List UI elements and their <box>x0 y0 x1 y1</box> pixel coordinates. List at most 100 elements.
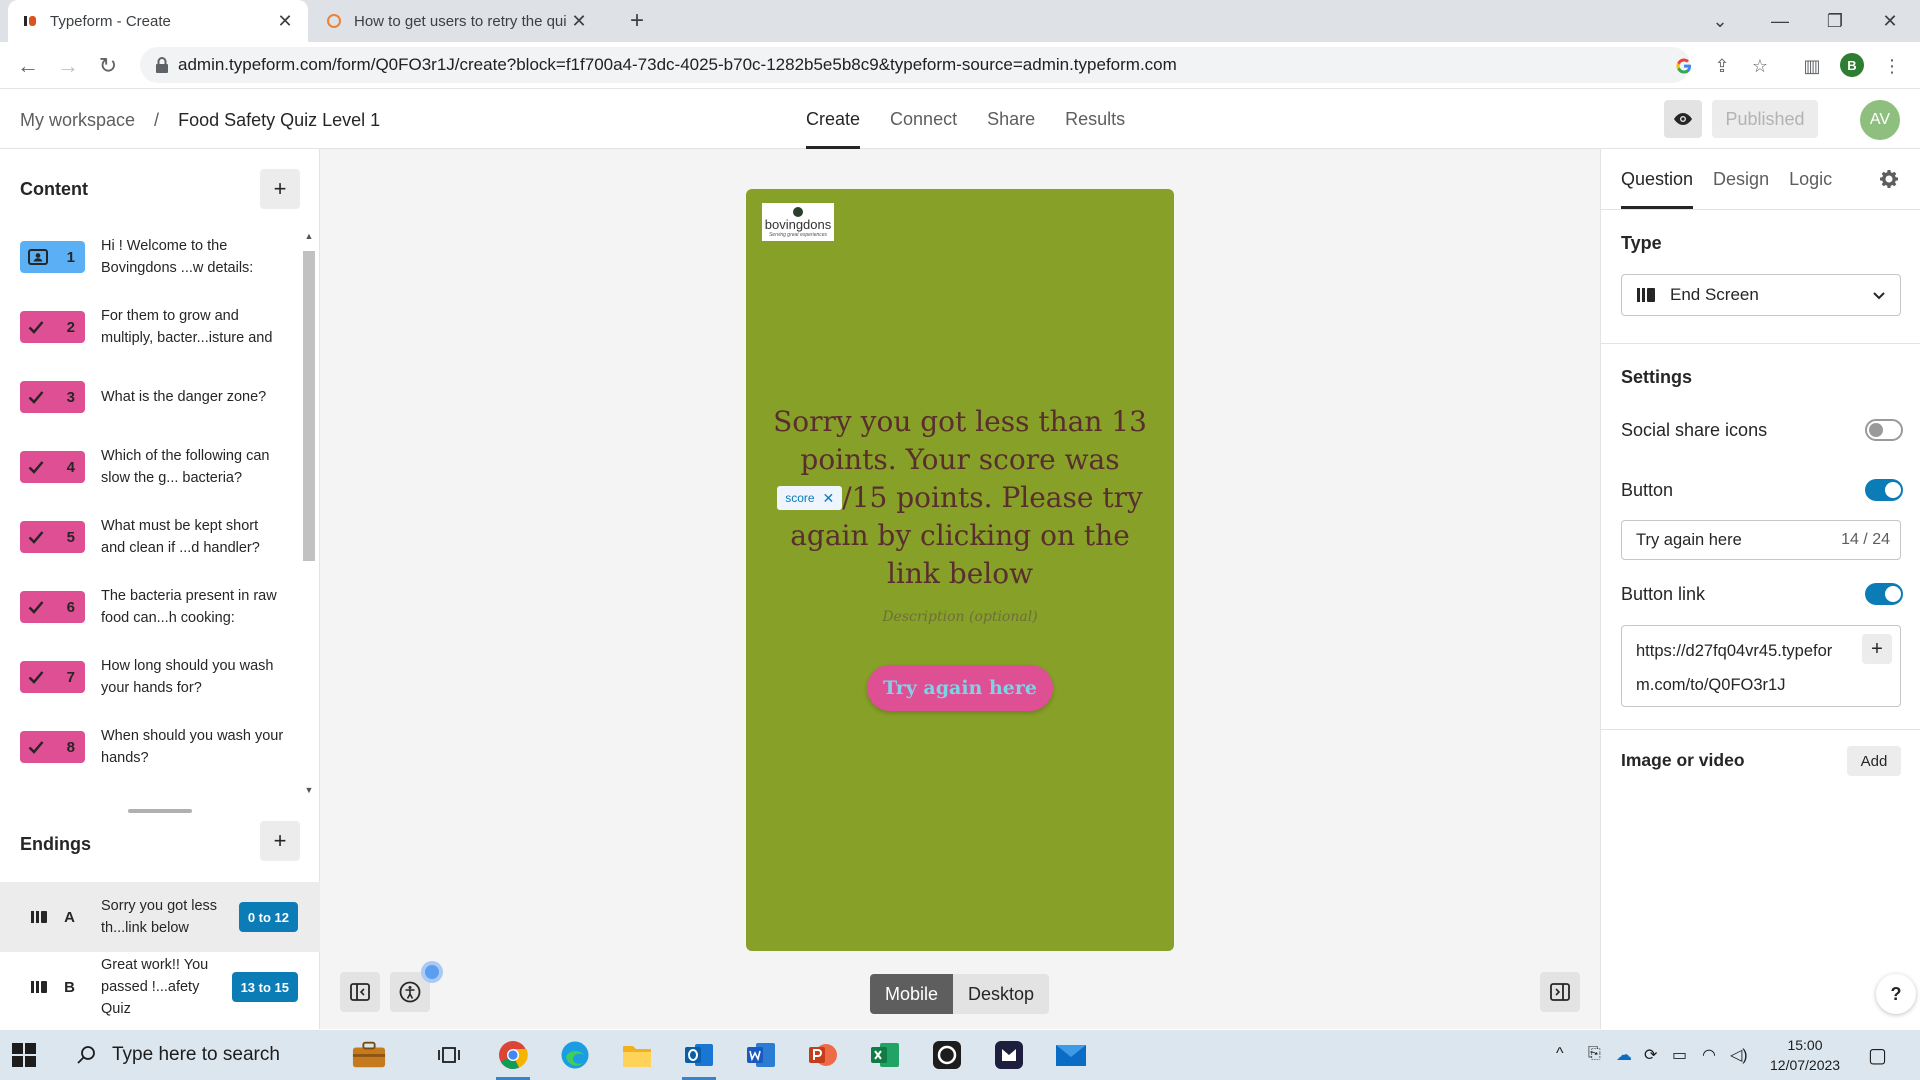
button-text-input[interactable]: Try again here 14 / 24 <box>1621 520 1901 560</box>
ending-item-b[interactable]: B Great work!! You passed !...afety Quiz… <box>0 952 320 1022</box>
maximize-icon[interactable]: ❐ <box>1805 0 1865 42</box>
tab-create[interactable]: Create <box>806 90 861 149</box>
list-item[interactable]: 2 For them to grow and multiply, bacter.… <box>20 297 300 357</box>
system-clock[interactable]: 15:00 12/07/2023 <box>1770 1035 1840 1075</box>
question-list-scrollbar[interactable]: ▲ ▼ <box>300 229 318 799</box>
insert-variable-button[interactable]: + <box>1862 634 1892 664</box>
edge-icon[interactable] <box>558 1038 592 1072</box>
bookmark-star-icon[interactable]: ☆ <box>1748 54 1772 78</box>
breadcrumb-form-name[interactable]: Food Safety Quiz Level 1 <box>178 110 380 130</box>
desktop-view-button[interactable]: Desktop <box>953 974 1050 1014</box>
question-type-select[interactable]: End Screen <box>1621 274 1901 316</box>
collapse-right-panel-button[interactable] <box>1540 972 1580 1012</box>
show-hidden-icons-icon[interactable]: ^ <box>1556 1045 1564 1063</box>
add-ending-button[interactable]: + <box>260 821 300 861</box>
browser-profile-avatar[interactable]: B <box>1840 53 1864 77</box>
tab-results[interactable]: Results <box>1065 90 1125 149</box>
tab-design[interactable]: Design <box>1713 149 1769 209</box>
sync-icon[interactable]: ⟳ <box>1644 1045 1657 1065</box>
briefcase-icon[interactable] <box>352 1038 386 1072</box>
ending-item-a[interactable]: A Sorry you got less th...link below 0 t… <box>0 882 320 952</box>
ending-badge: B <box>20 971 85 1003</box>
list-item[interactable]: 8 When should you wash your hands? <box>20 717 300 777</box>
add-media-button[interactable]: Add <box>1847 746 1901 776</box>
search-placeholder: Type here to search <box>112 1044 280 1065</box>
social-share-toggle[interactable] <box>1865 419 1903 441</box>
notification-center-icon[interactable]: ▢ <box>1868 1043 1887 1068</box>
list-item[interactable]: 6 The bacteria present in raw food can..… <box>20 577 300 637</box>
panel-resize-handle[interactable] <box>128 809 192 813</box>
button-toggle[interactable] <box>1865 479 1903 501</box>
new-tab-button[interactable]: + <box>622 6 652 36</box>
scroll-down-icon[interactable]: ▼ <box>303 785 315 795</box>
google-icon[interactable] <box>1672 54 1696 78</box>
task-view-icon[interactable] <box>432 1038 466 1072</box>
description-field[interactable]: Description (optional) <box>766 609 1154 625</box>
brand-logo[interactable]: bovingdons Serving great experiences <box>762 203 834 241</box>
question-number: 6 <box>66 598 75 616</box>
breadcrumb-workspace[interactable]: My workspace <box>20 110 135 130</box>
tab-logic[interactable]: Logic <box>1789 149 1832 209</box>
browser-tab-help[interactable]: How to get users to retry the qui ✕ <box>312 0 602 42</box>
button-link-input[interactable]: https://d27fq04vr45.typeform.com/to/Q0FO… <box>1621 625 1901 707</box>
button-link-toggle[interactable] <box>1865 583 1903 605</box>
windows-start-icon[interactable] <box>12 1043 36 1067</box>
score-variable-chip[interactable]: score ✕ <box>777 485 843 510</box>
try-again-button[interactable]: Try again here <box>867 665 1053 711</box>
user-avatar[interactable]: AV <box>1860 100 1900 140</box>
word-icon[interactable] <box>744 1038 778 1072</box>
list-item[interactable]: 1 Hi ! Welcome to the Bovingdons ...w de… <box>20 227 300 287</box>
mail-app-icon[interactable] <box>1054 1038 1088 1072</box>
camera-app-icon[interactable] <box>930 1038 964 1072</box>
menu-kebab-icon[interactable]: ⋮ <box>1880 54 1904 78</box>
close-tab-icon[interactable]: ✕ <box>570 11 588 32</box>
notification-dot[interactable] <box>421 961 443 983</box>
file-explorer-icon[interactable] <box>620 1038 654 1072</box>
share-icon[interactable]: ⇪ <box>1710 54 1734 78</box>
list-item[interactable]: 5 What must be kept short and clean if .… <box>20 507 300 567</box>
tab-share[interactable]: Share <box>987 90 1035 149</box>
scrollbar-thumb[interactable] <box>303 251 315 561</box>
list-item[interactable]: 4 Which of the following can slow the g.… <box>20 437 300 497</box>
question-list: 1 Hi ! Welcome to the Bovingdons ...w de… <box>0 227 300 797</box>
list-item[interactable]: 3 What is the danger zone? <box>20 367 300 427</box>
remove-chip-icon[interactable]: ✕ <box>823 479 835 517</box>
add-question-button[interactable]: + <box>260 169 300 209</box>
reload-icon[interactable]: ↻ <box>92 50 124 82</box>
address-bar[interactable]: admin.typeform.com/form/Q0FO3r1J/create?… <box>140 47 1690 83</box>
chrome-icon[interactable] <box>496 1038 530 1080</box>
question-badge: 6 <box>20 591 85 623</box>
window-close-icon[interactable]: ✕ <box>1860 0 1920 42</box>
close-tab-icon[interactable]: ✕ <box>276 11 294 32</box>
powerpoint-icon[interactable] <box>806 1038 840 1072</box>
meet-now-icon[interactable]: ⎘ <box>1588 1045 1601 1063</box>
button-text-value: Try again here <box>1636 531 1742 549</box>
published-button[interactable]: Published <box>1712 100 1818 138</box>
volume-icon[interactable]: ◁) <box>1730 1045 1748 1065</box>
wifi-icon[interactable]: ◠ <box>1702 1045 1716 1065</box>
taskbar-search[interactable]: Type here to search <box>62 1030 462 1080</box>
side-panel-icon[interactable]: ▥ <box>1800 54 1824 78</box>
minimize-icon[interactable]: — <box>1750 0 1810 42</box>
back-icon[interactable]: ← <box>12 50 44 82</box>
teams-like-app-icon[interactable] <box>992 1038 1026 1072</box>
forward-icon[interactable]: → <box>52 50 84 82</box>
tab-search-icon[interactable]: ⌄ <box>1690 0 1750 42</box>
gear-icon[interactable] <box>1879 169 1899 189</box>
form-preview-card[interactable]: bovingdons Serving great experiences Sor… <box>746 189 1174 951</box>
outlook-icon[interactable] <box>682 1038 716 1080</box>
browser-tab-typeform[interactable]: Typeform - Create ✕ <box>8 0 308 42</box>
tab-question[interactable]: Question <box>1621 149 1694 209</box>
battery-icon[interactable]: ▭ <box>1672 1045 1687 1065</box>
mobile-view-button[interactable]: Mobile <box>870 974 954 1014</box>
excel-icon[interactable] <box>868 1038 902 1072</box>
end-screen-title[interactable]: Sorry you got less than 13 points. Your … <box>766 403 1154 593</box>
tab-connect[interactable]: Connect <box>890 90 957 149</box>
onedrive-icon[interactable]: ☁ <box>1616 1045 1632 1065</box>
scroll-up-icon[interactable]: ▲ <box>303 231 315 241</box>
settings-heading: Settings <box>1621 367 1693 387</box>
collapse-left-panel-button[interactable] <box>340 972 380 1012</box>
help-button[interactable]: ? <box>1876 974 1916 1014</box>
list-item[interactable]: 7 How long should you wash your hands fo… <box>20 647 300 707</box>
preview-button[interactable] <box>1664 100 1702 138</box>
